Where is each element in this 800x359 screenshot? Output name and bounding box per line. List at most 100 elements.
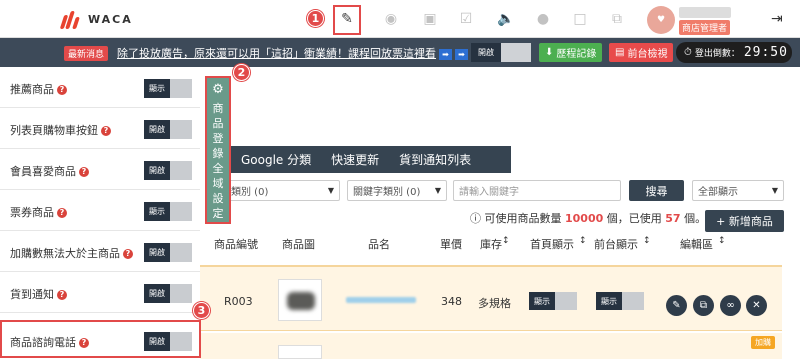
toggle-label: 顯示 <box>144 79 170 98</box>
col-header-front-display: 前台顯示 <box>594 238 638 251</box>
setting-toggle[interactable]: 顯示 <box>144 202 192 221</box>
category-select-value: 類別 (0) <box>231 187 269 198</box>
setting-toggle[interactable]: 開啟 <box>144 120 192 139</box>
step-1-marker: 1 <box>307 10 324 27</box>
arrow-right-icon: ➡ <box>455 48 468 60</box>
step-3-marker: 3 <box>193 302 210 319</box>
history-button[interactable]: ⬇ 歷程記錄 <box>539 43 603 62</box>
waca-logo-mark <box>59 9 84 29</box>
sort-icon[interactable]: ↕ <box>718 236 726 246</box>
setting-row-ticket: 票券商品? 顯示 <box>0 190 200 231</box>
toggle-label: 開啟 <box>144 243 170 262</box>
waca-logo[interactable]: WACA <box>59 8 133 30</box>
news-link-text: 除了投放廣告，原來還可以用「這招」衝業績！課程回放票這裡看 <box>117 47 436 60</box>
category-select[interactable]: 類別 (0) ▼ <box>225 180 340 201</box>
link-icon[interactable]: ∞ <box>720 295 741 316</box>
toggle-knob <box>622 292 644 310</box>
front-view-button[interactable]: ▤ 前台檢視 <box>609 43 674 62</box>
setting-label: 推薦商品? <box>10 81 67 97</box>
palette-icon[interactable]: ◉ <box>381 9 401 29</box>
setting-label: 票券商品? <box>10 204 67 220</box>
logout-countdown: ⏱ 登出倒數： 29:50 <box>676 42 792 63</box>
front-display-label: 顯示 <box>596 292 622 310</box>
col-header-stock: 庫存 <box>480 238 502 251</box>
product-name-redacted[interactable] <box>346 297 416 303</box>
news-tag: 最新消息 <box>64 46 109 61</box>
user-role-badge: 商店管理者 <box>679 20 731 35</box>
setting-label: 貨到通知? <box>10 286 67 302</box>
copy-icon[interactable]: ⧉ <box>693 295 714 316</box>
tab-google-category[interactable]: Google 分類 <box>231 146 321 173</box>
add-product-button[interactable]: + 新增商品 <box>705 210 784 232</box>
toggle-label: 開啟 <box>144 120 170 139</box>
edit-icon[interactable]: ✎ <box>337 9 357 29</box>
user-icon[interactable]: ● <box>533 9 553 29</box>
col-header-code: 商品編號 <box>214 238 258 251</box>
display-filter-select[interactable]: 全部顯示 ▼ <box>692 180 784 201</box>
setting-row-restock-notify: 貨到通知? 開啟 <box>0 272 200 313</box>
setting-row-cart-button: 列表頁購物車按鈕? 開啟 <box>0 108 200 149</box>
col-header-price: 單價 <box>440 238 462 251</box>
edit-pencil-icon[interactable]: ✎ <box>666 295 687 316</box>
help-icon[interactable]: ? <box>101 126 111 136</box>
clipboard-check-icon[interactable]: ☑ <box>456 9 476 29</box>
copy-add-icon[interactable]: ⧉ <box>607 9 627 29</box>
toggle-label: 開啟 <box>144 161 170 180</box>
help-icon[interactable]: ? <box>79 167 89 177</box>
setting-toggle[interactable]: 開啟 <box>144 243 192 262</box>
user-name-redacted <box>679 7 731 18</box>
col-header-name: 品名 <box>368 238 390 251</box>
help-icon[interactable]: ? <box>57 85 67 95</box>
delete-icon[interactable]: ✕ <box>746 295 767 316</box>
help-icon[interactable]: ? <box>57 290 67 300</box>
quota-mid: 個，已使用 <box>606 212 662 225</box>
logout-icon[interactable]: ⇥ <box>771 11 783 27</box>
chevron-down-icon: ▼ <box>327 186 334 195</box>
help-icon[interactable]: ? <box>57 208 67 218</box>
megaphone-icon[interactable]: 🔈 <box>496 9 516 29</box>
toggle-knob <box>170 202 192 221</box>
setting-toggle[interactable]: 開啟 <box>144 284 192 303</box>
search-button[interactable]: 搜尋 <box>629 180 684 201</box>
toggle-knob <box>170 243 192 262</box>
gear-icon: ⚙ <box>212 82 224 97</box>
toggle-knob <box>170 120 192 139</box>
quota-prefix: 可使用商品數量 <box>484 212 562 225</box>
product-image[interactable] <box>278 279 322 321</box>
keyword-category-select[interactable]: 關鍵字類別 (0) ▼ <box>347 180 447 201</box>
home-display-label: 顯示 <box>529 292 555 310</box>
news-toggle-label: 開啟 <box>471 43 501 62</box>
news-bar: 最新消息 除了投放廣告，原來還可以用「這招」衝業績！課程回放票這裡看 ➡ ➡ 開啟 … <box>0 38 800 67</box>
sort-icon[interactable]: ↕ <box>502 236 510 246</box>
home-display-toggle[interactable]: 顯示 <box>529 292 577 310</box>
logout-countdown-time: 29:50 <box>743 45 788 60</box>
help-icon[interactable]: ? <box>123 249 133 259</box>
setting-toggle[interactable]: 顯示 <box>144 79 192 98</box>
avatar[interactable]: ♥ <box>647 6 675 34</box>
quota-used: 57 <box>665 212 681 225</box>
keyword-search-placeholder: 請輸入關鍵字 <box>459 187 519 198</box>
setting-label-text: 貨到通知 <box>10 288 54 301</box>
keyword-search-input[interactable]: 請輸入關鍵字 <box>453 180 621 201</box>
global-settings-tab[interactable]: ⚙ 商品登錄全域設定 <box>205 76 231 224</box>
product-code: R003 <box>224 295 253 308</box>
news-toggle[interactable]: 開啟 <box>471 43 531 62</box>
store-icon[interactable]: ▣ <box>420 9 440 29</box>
setting-label-text: 推薦商品 <box>10 83 54 96</box>
news-link[interactable]: 除了投放廣告，原來還可以用「這招」衝業績！課程回放票這裡看 ➡ ➡ <box>117 45 468 61</box>
setting-row-addon-limit: 加購數無法大於主商品? 開啟 <box>0 231 200 272</box>
setting-toggle[interactable]: 開啟 <box>144 161 192 180</box>
inquiry-phone-highlight <box>0 320 201 358</box>
toggle-knob <box>555 292 577 310</box>
col-header-edit: 編輯區 <box>680 238 713 251</box>
toggle-knob <box>501 43 531 62</box>
product-stock: 多規格 <box>478 297 511 310</box>
front-display-toggle[interactable]: 顯示 <box>596 292 644 310</box>
document-icon[interactable]: □ <box>570 9 590 29</box>
product-image[interactable] <box>278 345 322 359</box>
tab-restock-notify-list[interactable]: 貨到通知列表 <box>389 146 481 173</box>
sort-icon[interactable]: ↕ <box>579 236 587 246</box>
addon-tag: 加購 <box>751 336 775 349</box>
tab-quick-update[interactable]: 快速更新 <box>321 146 389 173</box>
sort-icon[interactable]: ↕ <box>643 236 651 246</box>
